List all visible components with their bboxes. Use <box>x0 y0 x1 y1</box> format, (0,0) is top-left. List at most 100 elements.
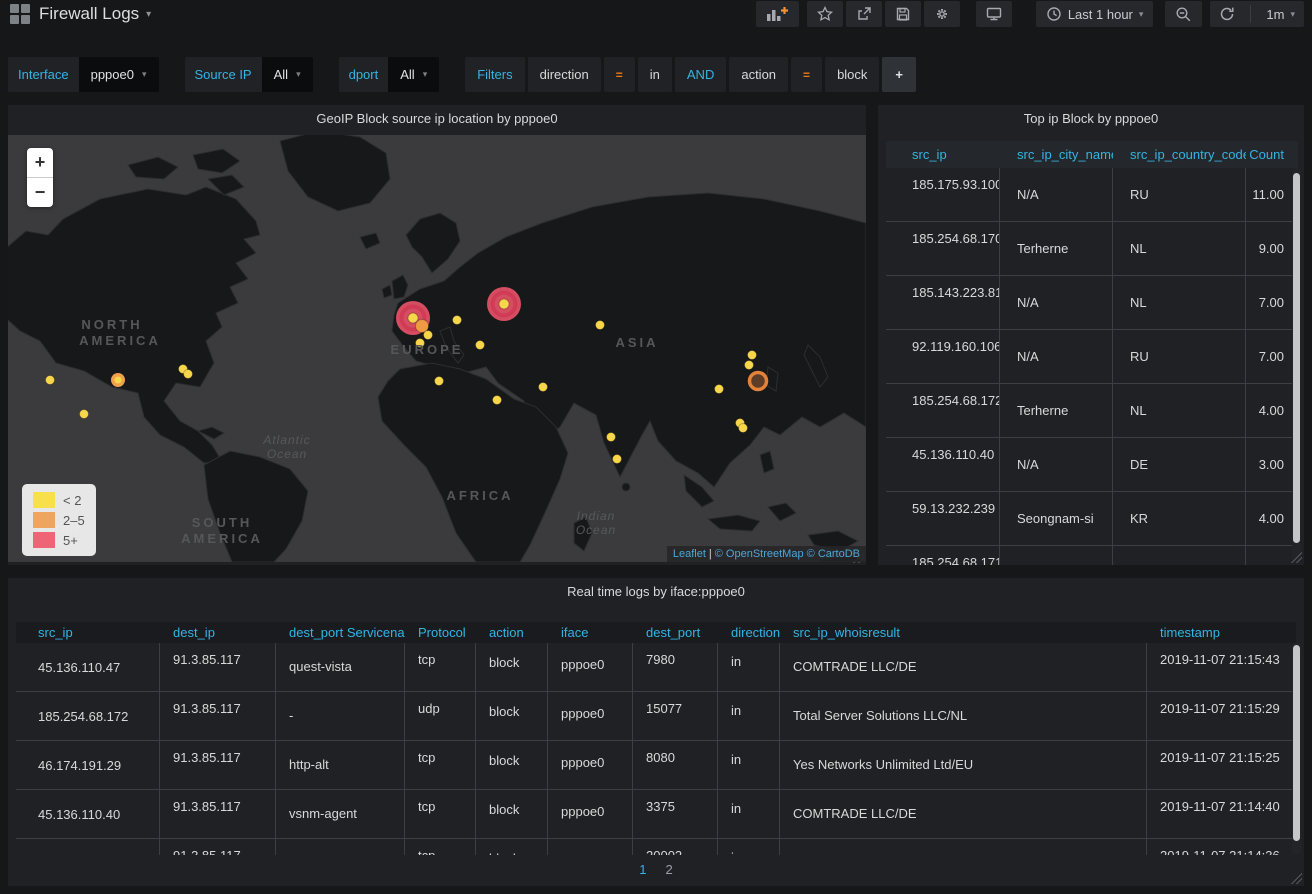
column-header[interactable]: direction <box>718 625 780 640</box>
map-marker[interactable] <box>115 377 122 384</box>
map-marker[interactable] <box>435 377 444 386</box>
column-header[interactable]: src_ip_city_name <box>1000 147 1113 162</box>
legend-swatch <box>33 512 55 528</box>
filter-key[interactable]: action <box>729 57 788 92</box>
map-marker[interactable] <box>416 339 425 348</box>
table-cell: COMTRADE LLC/DE <box>780 790 1147 838</box>
source-ip-variable: Source IP All▾ <box>185 57 313 92</box>
map-marker[interactable] <box>739 424 748 433</box>
scrollbar-thumb[interactable] <box>1293 645 1300 841</box>
column-header[interactable]: action <box>476 625 548 640</box>
column-header[interactable]: src_ip <box>16 625 160 640</box>
map-marker[interactable] <box>539 383 548 392</box>
table-cell: block <box>476 643 548 691</box>
add-panel-button[interactable] <box>756 1 799 27</box>
top-ip-table-body: 185.175.93.100N/ARU11.00185.254.68.170Te… <box>886 168 1298 565</box>
tv-mode-button[interactable] <box>976 1 1012 27</box>
column-header[interactable]: iface <box>548 625 633 640</box>
refresh-button[interactable] <box>1210 1 1244 27</box>
pagination: 1 2 <box>8 862 1304 877</box>
column-header[interactable]: dest_port Servicename <box>276 625 405 640</box>
table-cell: pppoe0 <box>548 790 633 838</box>
share-button[interactable] <box>846 1 882 27</box>
map-marker[interactable] <box>493 396 502 405</box>
column-header[interactable]: dest_port <box>633 625 718 640</box>
column-header[interactable]: src_ip_whoisresult <box>780 625 1147 640</box>
world-map[interactable]: NORTHAMERICAEUROPEASIAAFRICASOUTHAMERICA… <box>8 135 866 562</box>
filter-operator[interactable]: = <box>791 57 822 92</box>
table-cell: commtact-http <box>276 839 405 855</box>
column-header[interactable]: dest_ip <box>160 625 276 640</box>
map-zoom-in-button[interactable]: + <box>27 148 53 178</box>
table-cell <box>16 839 160 855</box>
interface-select[interactable]: pppoe0▾ <box>79 57 159 92</box>
source-ip-select[interactable]: All▾ <box>262 57 313 92</box>
column-header[interactable]: Protocol <box>405 625 476 640</box>
openstreetmap-link[interactable]: © OpenStreetMap <box>715 548 804 560</box>
cartodb-link[interactable]: © CartoDB <box>807 548 860 560</box>
table-cell: 2.00 <box>1246 546 1292 565</box>
column-header[interactable]: src_ip_country_code <box>1113 147 1246 162</box>
refresh-interval-button[interactable]: 1m ▾ <box>1257 1 1304 27</box>
panel-resize-handle[interactable] <box>1291 552 1302 563</box>
table-cell: 15077 <box>633 692 718 740</box>
column-header[interactable]: timestamp <box>1147 625 1296 640</box>
map-marker[interactable] <box>750 373 767 390</box>
map-marker[interactable] <box>408 313 418 323</box>
apps-grid-icon[interactable] <box>10 4 30 24</box>
time-range-button[interactable]: Last 1 hour ▾ <box>1036 1 1154 27</box>
logs-table: src_ip dest_ip dest_port Servicename Pro… <box>16 622 1296 855</box>
filter-operator[interactable]: = <box>604 57 635 92</box>
map-marker[interactable] <box>46 376 55 385</box>
scrollbar-thumb[interactable] <box>1293 173 1300 543</box>
table-cell: N/A <box>1000 276 1113 329</box>
page-2-button[interactable]: 2 <box>666 862 673 877</box>
filter-condition[interactable]: AND <box>675 57 726 92</box>
logs-table-body: 45.136.110.4791.3.85.117quest-vistatcpbl… <box>16 643 1296 855</box>
map-marker[interactable] <box>745 361 754 370</box>
logs-panel-title[interactable]: Real time logs by iface:pppoe0 <box>8 578 1304 606</box>
column-header[interactable]: Count <box>1246 147 1292 162</box>
page-1-button[interactable]: 1 <box>639 862 646 877</box>
attribution-separator: | <box>709 548 712 560</box>
scrollbar[interactable] <box>1292 168 1301 562</box>
scrollbar[interactable] <box>1292 643 1301 855</box>
legend-label: 2–5 <box>63 513 85 528</box>
panel-resize-handle[interactable] <box>1291 873 1302 884</box>
map-marker[interactable] <box>715 385 724 394</box>
zoom-out-button[interactable] <box>1165 1 1202 27</box>
table-header-row: src_ip src_ip_city_name src_ip_country_c… <box>886 141 1298 168</box>
map-marker[interactable] <box>424 331 433 340</box>
star-button[interactable] <box>807 1 843 27</box>
dport-select[interactable]: All▾ <box>388 57 439 92</box>
map-marker[interactable] <box>499 299 509 309</box>
geoip-map-panel: GeoIP Block source ip location by pppoe0 <box>8 105 866 565</box>
map-marker[interactable] <box>607 433 616 442</box>
table-cell: N/A <box>1000 438 1113 491</box>
filter-key[interactable]: direction <box>528 57 601 92</box>
settings-button[interactable] <box>924 1 960 27</box>
table-cell: 4.00 <box>1246 492 1292 545</box>
add-filter-button[interactable]: + <box>882 57 916 92</box>
column-header[interactable]: src_ip <box>886 147 1000 162</box>
map-zoom-out-button[interactable]: − <box>27 178 53 207</box>
map-marker[interactable] <box>476 341 485 350</box>
map-marker[interactable] <box>80 410 89 419</box>
map-marker[interactable] <box>184 370 193 379</box>
table-cell: 91.3.85.117 <box>160 741 276 789</box>
filter-value[interactable]: block <box>825 57 879 92</box>
map-marker[interactable] <box>453 316 462 325</box>
map-marker[interactable] <box>596 321 605 330</box>
table-cell: 20002 <box>633 839 718 855</box>
save-button[interactable] <box>885 1 921 27</box>
top-ip-panel-title[interactable]: Top ip Block by pppoe0 <box>878 105 1304 133</box>
leaflet-link[interactable]: Leaflet <box>673 548 706 560</box>
map-panel-title[interactable]: GeoIP Block source ip location by pppoe0 <box>8 105 866 133</box>
chevron-down-icon[interactable]: ▾ <box>146 9 151 20</box>
table-cell: 8080 <box>633 741 718 789</box>
map-marker[interactable] <box>748 351 757 360</box>
table-cell: NL <box>1113 384 1246 437</box>
filter-value[interactable]: in <box>638 57 672 92</box>
map-marker[interactable] <box>613 455 622 464</box>
dashboard-title[interactable]: Firewall Logs <box>39 4 139 24</box>
